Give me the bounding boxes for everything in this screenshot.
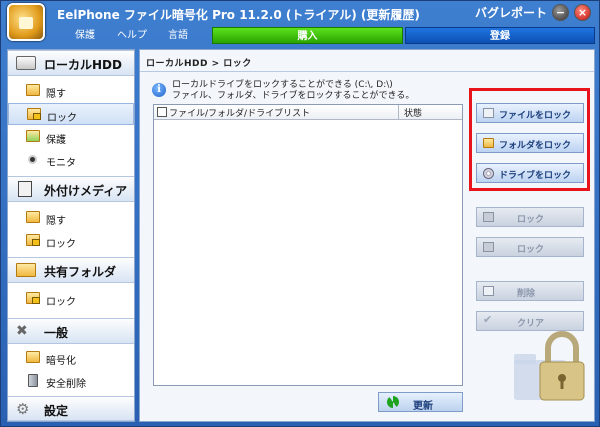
menu-help[interactable]: ヘルプ [117, 27, 147, 45]
list-header: ファイル/フォルダ/ドライブリスト 状態 [154, 105, 462, 120]
lock-folder-label: フォルダをロック [499, 141, 572, 151]
tools-icon: ✖ [16, 323, 28, 339]
folder-icon [483, 138, 494, 148]
column-divider[interactable] [398, 105, 399, 119]
minimize-button[interactable]: − [552, 4, 569, 21]
select-all-checkbox[interactable] [157, 107, 167, 117]
info-icon: i [152, 83, 166, 97]
sidebar-item-label: ロック [47, 113, 77, 124]
sidebar-section-local-hdd[interactable]: ローカルHDD [8, 50, 134, 76]
sidebar-item-label: 隠す [46, 216, 66, 227]
unlock-button[interactable]: ロック [476, 237, 584, 257]
refresh-button[interactable]: 更新 [378, 392, 463, 412]
sidebar-item-label: 暗号化 [46, 356, 76, 367]
sidebar-section-external-media[interactable]: 外付けメディア [8, 176, 134, 202]
title-bar-actions: バグレポート − × [475, 4, 591, 21]
sidebar-section-general[interactable]: ✖ 一般 [8, 318, 134, 344]
sidebar-item-general-encrypt[interactable]: 暗号化 [8, 347, 134, 369]
info-line-2: ファイル、フォルダ、ドライブをロックすることができる。 [172, 91, 415, 101]
sidebar-item-label: ロック [46, 297, 76, 308]
buy-button[interactable]: 購入 [212, 27, 403, 44]
sidebar-item-local-protect[interactable]: 保護 [8, 126, 134, 148]
sidebar-section-label: 一般 [44, 326, 69, 340]
info-line-1: ローカルドライブをロックすることができる (C:\, D:\) [172, 80, 393, 90]
sidebar-item-label: 安全削除 [46, 379, 86, 390]
lock-label: ロック [517, 215, 545, 225]
file-icon [483, 108, 494, 118]
lock-folder-icon [27, 108, 41, 120]
gear-icon: ⚙ [16, 400, 30, 418]
lock-icon [483, 212, 494, 222]
menu-language[interactable]: 言語 [168, 27, 188, 45]
protect-folder-icon [26, 130, 40, 142]
sidebar-item-local-lock[interactable]: ロック [8, 103, 134, 125]
padlock-folder-decoration-icon [514, 331, 585, 401]
hide-folder-icon [26, 84, 40, 96]
app-window: EelPhone ファイル暗号化 Pro 11.2.0 (トライアル) (更新履… [0, 0, 600, 427]
sidebar-item-local-monitor[interactable]: モニタ [8, 149, 134, 171]
trash-icon [28, 374, 38, 387]
sidebar: ローカルHDD 隠す ロック 保護 モニタ 外付けメディア 隠す ロック 共有フ… [7, 49, 135, 422]
sidebar-section-label: 設定 [44, 404, 69, 418]
info-text: ローカルドライブをロックすることができる (C:\, D:\) ファイル、フォル… [172, 80, 414, 102]
delete-icon [483, 286, 494, 296]
sidebar-section-label: 外付けメディア [44, 184, 128, 198]
hard-drive-icon [16, 56, 36, 70]
disk-icon [483, 168, 494, 179]
window-title: EelPhone ファイル暗号化 Pro 11.2.0 (トライアル) (更新履… [57, 8, 420, 22]
main-panel: ローカルHDD > ロック i ローカルドライブをロックすることができる (C:… [139, 49, 595, 422]
locked-items-list[interactable]: ファイル/フォルダ/ドライブリスト 状態 [153, 104, 463, 386]
lock-folder-button[interactable]: フォルダをロック [476, 133, 584, 153]
sidebar-item-local-hide[interactable]: 隠す [8, 80, 134, 102]
sidebar-section-label: 共有フォルダ [44, 265, 117, 279]
usb-icon [18, 181, 32, 197]
shared-folder-icon [16, 263, 36, 277]
lock-folder-icon [26, 292, 40, 304]
column-header-list[interactable]: ファイル/フォルダ/ドライブリスト [169, 106, 310, 119]
lock-drive-button[interactable]: ドライブをロック [476, 163, 584, 183]
menu-protect[interactable]: 保護 [75, 27, 95, 45]
lock-file-label: ファイルをロック [499, 111, 572, 121]
breadcrumb-divider [140, 71, 594, 72]
sidebar-item-external-lock[interactable]: ロック [8, 230, 134, 252]
unlock-label: ロック [517, 245, 545, 255]
bug-report-link[interactable]: バグレポート [475, 4, 547, 21]
lock-drive-label: ドライブをロック [499, 171, 572, 181]
monitor-icon [28, 155, 37, 164]
sidebar-item-shared-lock[interactable]: ロック [8, 288, 134, 310]
sidebar-item-label: 保護 [46, 135, 66, 146]
unlock-icon [483, 242, 494, 252]
sidebar-section-label: ローカルHDD [44, 58, 122, 72]
sidebar-item-general-shred[interactable]: 安全削除 [8, 370, 134, 392]
sidebar-item-label: 隠す [46, 89, 66, 100]
sidebar-section-shared-folder[interactable]: 共有フォルダ [8, 257, 134, 283]
lock-button[interactable]: ロック [476, 207, 584, 227]
delete-button[interactable]: 削除 [476, 281, 584, 301]
sidebar-item-label: モニタ [46, 158, 76, 169]
refresh-icon [387, 396, 399, 408]
register-button[interactable]: 登録 [405, 27, 595, 44]
sidebar-section-settings[interactable]: ⚙ 設定 [8, 396, 134, 421]
encrypt-folder-icon [26, 351, 40, 363]
title-bar: EelPhone ファイル暗号化 Pro 11.2.0 (トライアル) (更新履… [1, 1, 599, 41]
check-icon [483, 313, 494, 326]
sidebar-item-label: ロック [46, 239, 76, 250]
sidebar-item-external-hide[interactable]: 隠す [8, 207, 134, 229]
hide-folder-icon [26, 211, 40, 223]
delete-label: 削除 [517, 289, 536, 299]
column-header-status[interactable]: 状態 [404, 106, 422, 119]
close-button[interactable]: × [574, 4, 591, 21]
breadcrumb: ローカルHDD > ロック [146, 59, 252, 69]
lock-file-button[interactable]: ファイルをロック [476, 103, 584, 123]
lock-folder-icon [26, 234, 40, 246]
refresh-label: 更新 [413, 401, 433, 412]
